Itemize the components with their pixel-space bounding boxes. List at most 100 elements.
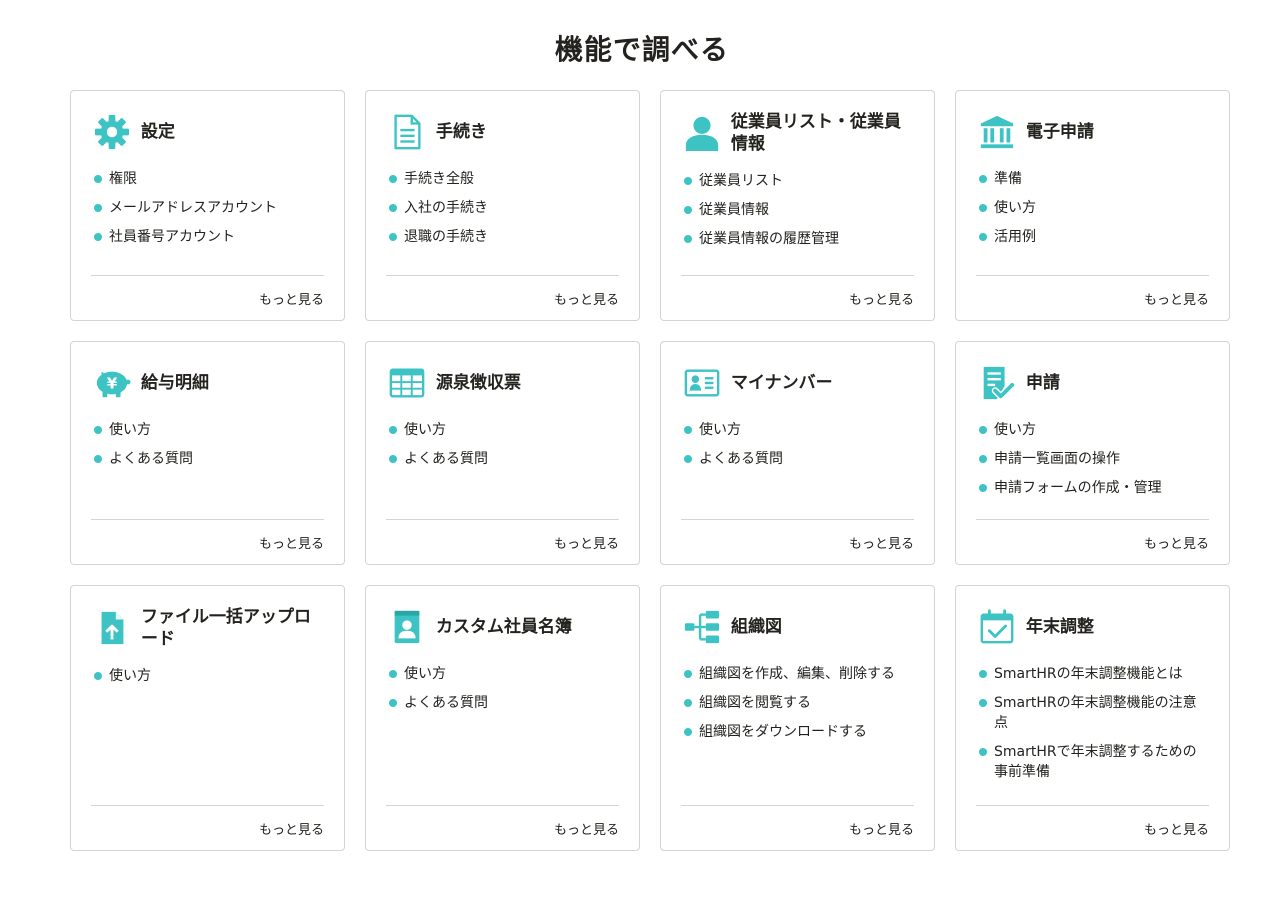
feature-link-item: 従業員情報 [681, 200, 914, 220]
feature-link[interactable]: よくある質問 [404, 451, 488, 467]
card-title[interactable]: 設定 [141, 121, 175, 143]
bullet-dot-icon [389, 233, 397, 241]
feature-link[interactable]: 使い方 [109, 668, 151, 684]
card-footer: もっと見る [386, 805, 619, 850]
feature-card: ¥ 給与明細 使い方 よくある質問 もっと見る [70, 341, 345, 565]
feature-link[interactable]: 組織図を閲覧する [699, 695, 811, 711]
feature-link[interactable]: よくある質問 [404, 695, 488, 711]
card-link-list: 使い方 よくある質問 [681, 420, 914, 469]
card-title[interactable]: ファイル一括アップロード [141, 606, 324, 650]
card-link-list: 準備 使い方 活用例 [976, 169, 1209, 247]
bullet-dot-icon [979, 204, 987, 212]
bullet-dot-icon [684, 670, 692, 678]
feature-link[interactable]: 組織図を作成、編集、削除する [699, 666, 895, 682]
see-more-link[interactable]: もっと見る [259, 819, 324, 838]
feature-link-item: 使い方 [91, 420, 324, 440]
bullet-dot-icon [979, 175, 987, 183]
card-header: 申請 [976, 362, 1209, 404]
card-header: 電子申請 [976, 111, 1209, 153]
feature-link[interactable]: 申請フォームの作成・管理 [994, 480, 1162, 496]
see-more-link[interactable]: もっと見る [849, 289, 914, 308]
feature-link[interactable]: 入社の手続き [404, 200, 488, 216]
feature-link-item: 使い方 [681, 420, 914, 440]
feature-link[interactable]: メールアドレスアカウント [109, 200, 277, 216]
feature-card: ファイル一括アップロード 使い方 もっと見る [70, 585, 345, 851]
feature-link-item: よくある質問 [386, 693, 619, 713]
card-title[interactable]: マイナンバー [731, 372, 833, 394]
feature-link[interactable]: 使い方 [699, 422, 741, 438]
see-more-link[interactable]: もっと見る [1144, 819, 1209, 838]
see-more-link[interactable]: もっと見る [849, 533, 914, 552]
card-header: マイナンバー [681, 362, 914, 404]
org-chart-icon [681, 606, 723, 648]
feature-card: 設定 権限 メールアドレスアカウント 社員番号アカウント もっと見る [70, 90, 345, 321]
bank-icon [976, 111, 1018, 153]
see-more-link[interactable]: もっと見る [259, 289, 324, 308]
see-more-link[interactable]: もっと見る [554, 819, 619, 838]
card-title[interactable]: 申請 [1026, 372, 1060, 394]
feature-link-item: よくある質問 [681, 449, 914, 469]
card-title[interactable]: 給与明細 [141, 372, 209, 394]
feature-link[interactable]: 権限 [109, 171, 137, 187]
page-title: 機能で調べる [554, 33, 729, 66]
card-link-list: 組織図を作成、編集、削除する 組織図を閲覧する 組織図をダウンロードする [681, 664, 914, 742]
see-more-link[interactable]: もっと見る [554, 289, 619, 308]
feature-card: 組織図 組織図を作成、編集、削除する 組織図を閲覧する 組織図をダウンロードする… [660, 585, 935, 851]
feature-link[interactable]: 従業員情報の履歴管理 [699, 231, 839, 247]
see-more-link[interactable]: もっと見る [1144, 533, 1209, 552]
feature-link[interactable]: 使い方 [404, 666, 446, 682]
feature-link[interactable]: 退職の手続き [404, 229, 488, 245]
feature-link[interactable]: 申請一覧画面の操作 [994, 451, 1120, 467]
feature-link[interactable]: SmartHRの年末調整機能の注意点 [994, 695, 1197, 731]
card-footer: もっと見る [91, 519, 324, 564]
feature-card: マイナンバー 使い方 よくある質問 もっと見る [660, 341, 935, 565]
card-link-list: 従業員リスト 従業員情報 従業員情報の履歴管理 [681, 171, 914, 249]
see-more-link[interactable]: もっと見る [259, 533, 324, 552]
feature-card: 手続き 手続き全般 入社の手続き 退職の手続き もっと見る [365, 90, 640, 321]
feature-link[interactable]: よくある質問 [699, 451, 783, 467]
card-header: カスタム社員名簿 [386, 606, 619, 648]
table-sheet-icon [386, 362, 428, 404]
card-title[interactable]: 従業員リスト・従業員情報 [731, 111, 914, 155]
bullet-dot-icon [979, 748, 987, 756]
card-title[interactable]: 組織図 [731, 616, 782, 638]
feature-link[interactable]: SmartHRの年末調整機能とは [994, 666, 1183, 682]
feature-link[interactable]: 使い方 [994, 422, 1036, 438]
bullet-dot-icon [389, 426, 397, 434]
bullet-dot-icon [684, 455, 692, 463]
feature-link-item: 組織図をダウンロードする [681, 722, 914, 742]
feature-card: 従業員リスト・従業員情報 従業員リスト 従業員情報 従業員情報の履歴管理 もっと… [660, 90, 935, 321]
feature-link[interactable]: 準備 [994, 171, 1022, 187]
feature-link-item: よくある質問 [386, 449, 619, 469]
card-footer: もっと見る [681, 805, 914, 850]
feature-link-item: 使い方 [91, 666, 324, 686]
feature-link[interactable]: 組織図をダウンロードする [699, 724, 867, 740]
see-more-link[interactable]: もっと見る [554, 533, 619, 552]
feature-link[interactable]: よくある質問 [109, 451, 193, 467]
bullet-dot-icon [684, 426, 692, 434]
card-title[interactable]: 年末調整 [1026, 616, 1094, 638]
feature-link[interactable]: 手続き全般 [404, 171, 474, 187]
card-title[interactable]: 源泉徴収票 [436, 372, 521, 394]
card-header: ¥ 給与明細 [91, 362, 324, 404]
feature-link-item: 入社の手続き [386, 198, 619, 218]
feature-link[interactable]: 活用例 [994, 229, 1036, 245]
bullet-dot-icon [684, 699, 692, 707]
feature-link[interactable]: 従業員リスト [699, 173, 783, 189]
see-more-link[interactable]: もっと見る [849, 819, 914, 838]
feature-link[interactable]: 従業員情報 [699, 202, 769, 218]
feature-link[interactable]: SmartHRで年末調整するための事前準備 [994, 744, 1197, 780]
bullet-dot-icon [94, 204, 102, 212]
feature-link[interactable]: 使い方 [404, 422, 446, 438]
feature-link-item: SmartHRで年末調整するための事前準備 [976, 742, 1209, 782]
feature-link[interactable]: 使い方 [994, 200, 1036, 216]
card-header: 源泉徴収票 [386, 362, 619, 404]
feature-link-item: 準備 [976, 169, 1209, 189]
card-title[interactable]: 電子申請 [1026, 121, 1094, 143]
card-title[interactable]: カスタム社員名簿 [436, 616, 572, 638]
gear-icon [91, 111, 133, 153]
feature-link[interactable]: 使い方 [109, 422, 151, 438]
see-more-link[interactable]: もっと見る [1144, 289, 1209, 308]
card-title[interactable]: 手続き [436, 121, 487, 143]
feature-link[interactable]: 社員番号アカウント [109, 229, 235, 245]
